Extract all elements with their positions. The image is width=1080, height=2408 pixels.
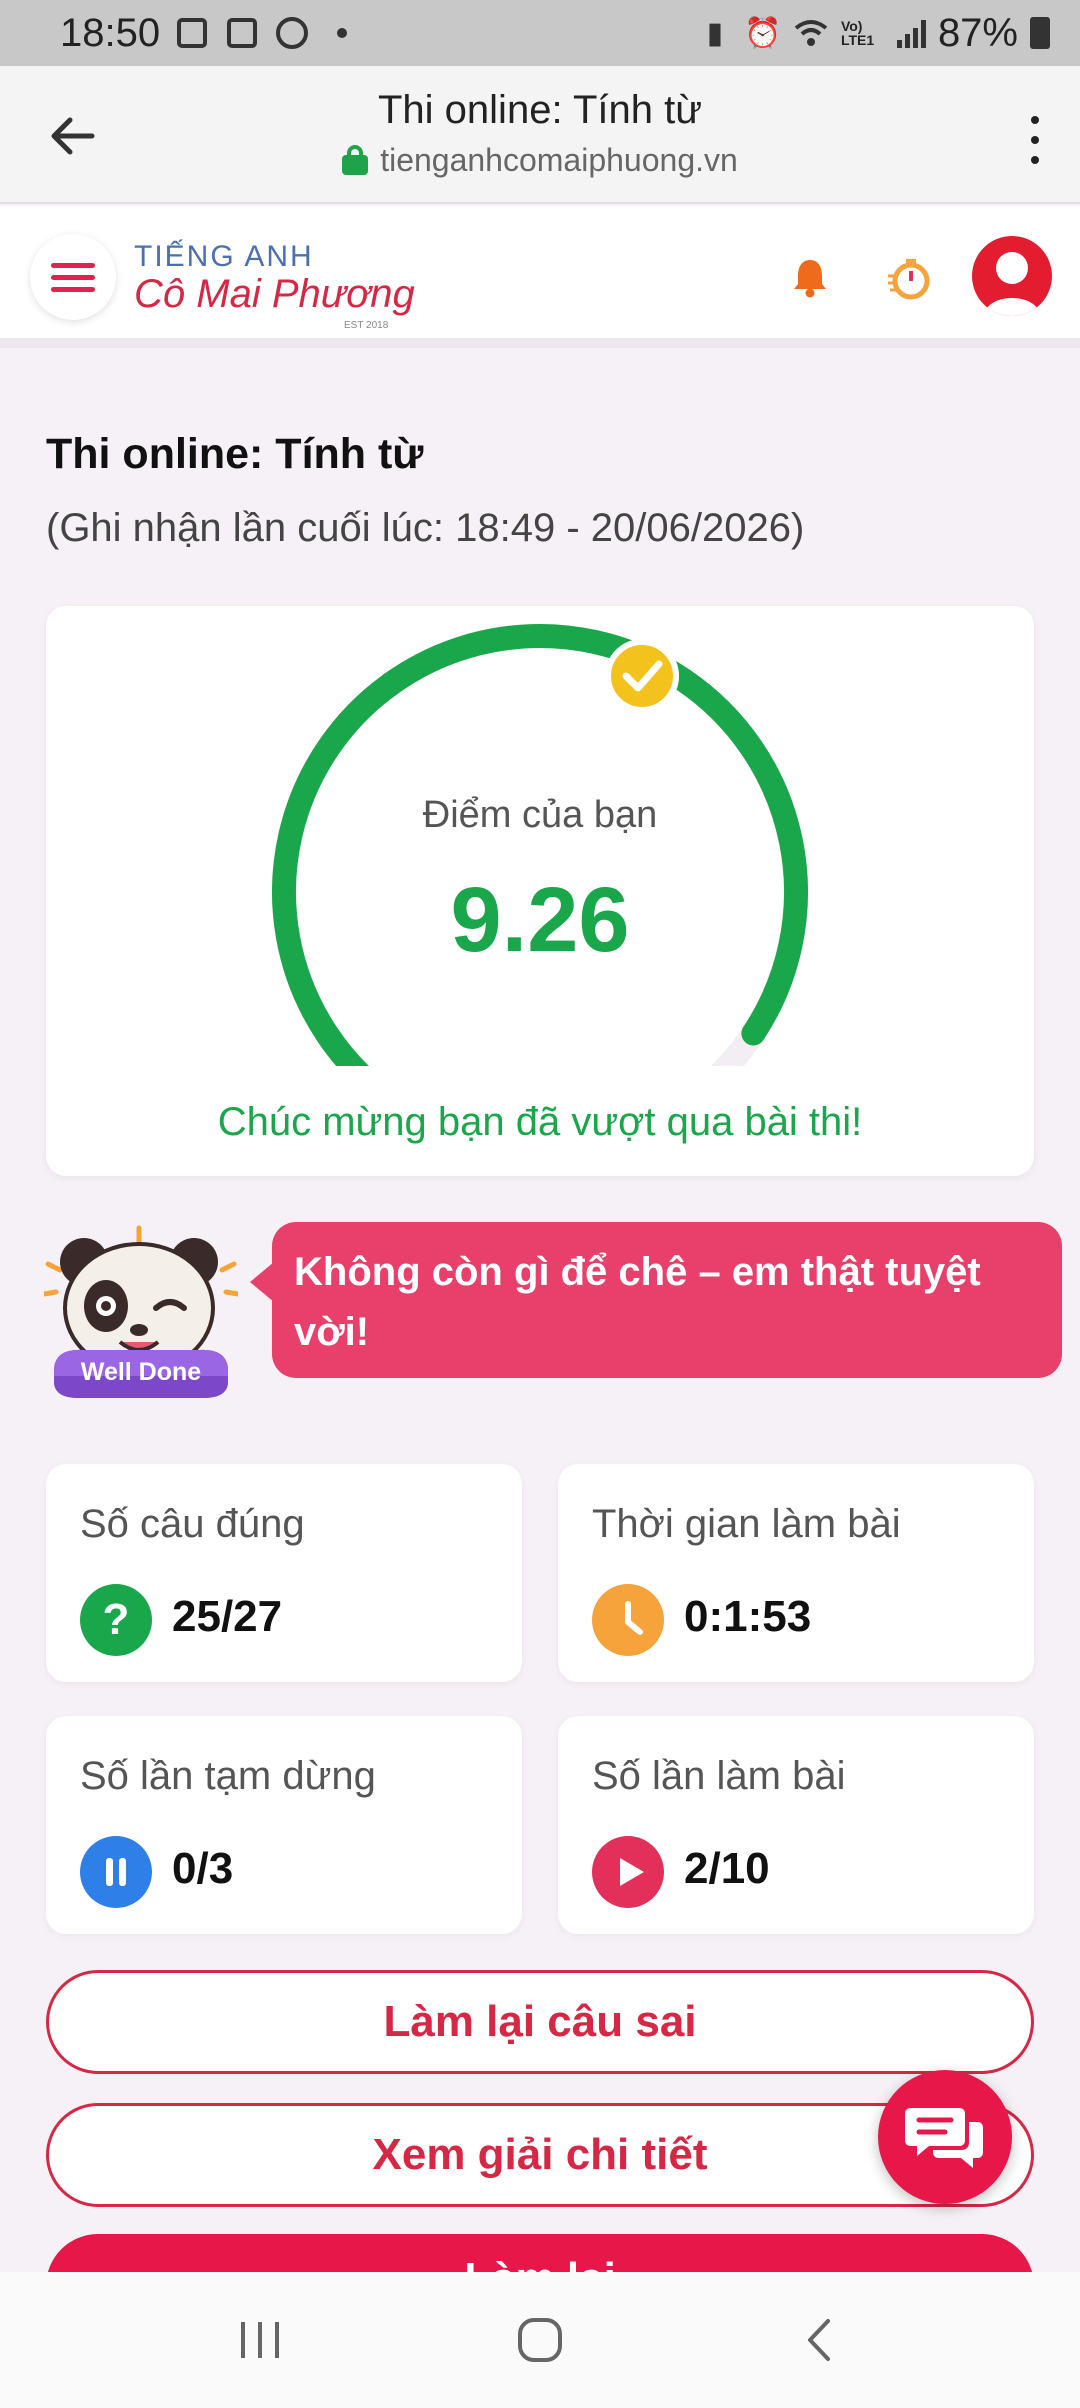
stat-label: Số lần làm bài — [592, 1754, 846, 1798]
stat-time-spent: Thời gian làm bài 0:1:53 — [558, 1464, 1034, 1682]
stat-correct-answers: Số câu đúng ? 25/27 — [46, 1464, 522, 1682]
status-bar: 18:50 ▮ ⏰ Vo) LTE1 87% — [0, 0, 1080, 66]
logo-est-text: EST 2018 — [344, 320, 389, 331]
stat-value: 2/10 — [684, 1844, 770, 1893]
panda-mascot: Well Done — [41, 1218, 241, 1398]
page-title: Thi online: Tính từ — [46, 430, 424, 478]
recent-apps-button[interactable] — [220, 2300, 300, 2380]
home-icon — [518, 2318, 562, 2362]
system-nav-bar — [0, 2272, 1080, 2408]
stat-label: Số câu đúng — [80, 1502, 305, 1546]
score-card: Điểm của bạn 9.26 Chúc mừng bạn đã vượt … — [46, 606, 1034, 1176]
stat-value: 0/3 — [172, 1844, 234, 1893]
alarm-icon: ⏰ — [744, 16, 782, 50]
notification-bell-icon[interactable] — [790, 256, 830, 298]
system-back-button[interactable] — [780, 2300, 860, 2380]
battery-icon — [1030, 17, 1050, 49]
timer-icon[interactable] — [886, 256, 932, 302]
stat-value: 0:1:53 — [684, 1592, 812, 1641]
question-icon: ? — [80, 1584, 152, 1656]
chat-button[interactable] — [878, 2070, 1012, 2204]
last-record-time: (Ghi nhận lần cuối lúc: 18:49 - 20/06/20… — [46, 506, 805, 550]
gauge-fill — [272, 624, 808, 1066]
dot-icon — [324, 15, 360, 51]
browser-page-title: Thi online: Tính từ — [378, 88, 702, 132]
network-label: Vo) LTE1 — [840, 18, 875, 48]
praise-bubble: Không còn gì để chê – em thật tuyệt vời! — [250, 1222, 1062, 1378]
status-time: 18:50 — [60, 10, 161, 55]
battery-saver-icon: ▮ — [706, 16, 724, 50]
redo-wrong-button[interactable]: Làm lại câu sai — [46, 1970, 1034, 2074]
score-value: 9.26 — [450, 869, 630, 971]
chevron-left-icon — [808, 2319, 830, 2361]
stat-pause-count: Số lần tạm dừng 0/3 — [46, 1716, 522, 1934]
recents-icon — [241, 2322, 279, 2358]
wifi-icon — [793, 15, 829, 51]
store-icon — [224, 15, 260, 51]
clock-icon — [592, 1584, 664, 1656]
user-avatar[interactable] — [972, 236, 1052, 316]
browser-bar: Thi online: Tính từ tienganhcomaiphuong.… — [0, 66, 1080, 204]
user-icon — [984, 252, 1040, 316]
check-badge-icon — [605, 639, 679, 713]
score-label: Điểm của bạn — [422, 794, 658, 836]
pause-icon — [80, 1836, 152, 1908]
stat-label: Số lần tạm dừng — [80, 1754, 376, 1798]
stat-attempt-count: Số lần làm bài 2/10 — [558, 1716, 1034, 1934]
logo-top-text: TIẾNG ANH — [134, 240, 314, 273]
menu-button[interactable] — [30, 234, 116, 320]
lock-icon — [342, 145, 369, 175]
stat-label: Thời gian làm bài — [592, 1502, 901, 1546]
well-done-badge-text: Well Done — [81, 1358, 201, 1386]
home-button[interactable] — [500, 2300, 580, 2380]
stat-value: 25/27 — [172, 1592, 283, 1641]
gallery-icon — [174, 15, 210, 51]
battery-percent: 87% — [937, 10, 1018, 55]
logo-bottom-text: Cô Mai Phương — [134, 272, 415, 316]
url-domain-text: tienganhcomaiphuong.vn — [380, 142, 738, 178]
site-header: TIẾNG ANH Cô Mai Phương EST 2018 — [0, 206, 1080, 348]
pass-message: Chúc mừng bạn đã vượt qua bài thi! — [217, 1100, 863, 1144]
more-options-button[interactable] — [1020, 110, 1050, 170]
sync-icon — [274, 15, 310, 51]
chat-icon — [905, 2108, 983, 2168]
site-logo[interactable]: TIẾNG ANH Cô Mai Phương EST 2018 — [134, 240, 415, 331]
play-icon — [592, 1836, 664, 1908]
signal-icon — [896, 18, 926, 48]
browser-url[interactable]: tienganhcomaiphuong.vn — [0, 142, 1080, 179]
